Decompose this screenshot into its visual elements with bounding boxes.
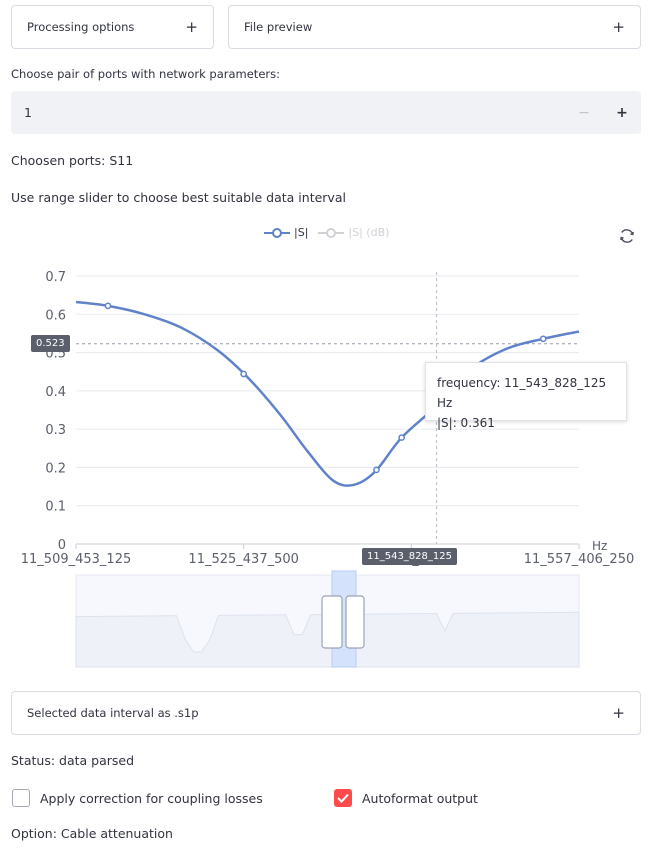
- coupling-losses-checkbox[interactable]: Apply correction for coupling losses: [12, 789, 263, 807]
- data-point-marker: [398, 434, 406, 441]
- range-slider-left-handle[interactable]: [321, 595, 343, 649]
- legend-line-marker-icon: [318, 227, 345, 238]
- port-number-input[interactable]: 1 − +: [11, 91, 641, 134]
- y-axis-ticks: 00.10.20.30.40.50.60.7: [45, 270, 66, 553]
- hover-tooltip: frequency: 11_543_828_125 Hz |S|: 0.361: [425, 362, 627, 430]
- processing-options-label: Processing options: [27, 20, 135, 34]
- chart-legend: |S| |S| (dB): [264, 226, 399, 239]
- reset-axes-icon[interactable]: [618, 227, 636, 245]
- y-tick-label: 0.6: [45, 308, 66, 323]
- y-tick-label: 0.1: [45, 500, 66, 515]
- x-tick-label: 11_525_437_500: [188, 552, 298, 567]
- tooltip-value: |S|: 0.361: [437, 416, 495, 430]
- port-number-value[interactable]: 1: [11, 105, 565, 120]
- coupling-losses-label: Apply correction for coupling losses: [40, 790, 263, 806]
- increment-button[interactable]: +: [603, 91, 641, 134]
- range-hint-text: Use range slider to choose best suitable…: [11, 190, 346, 205]
- status-text: Status: data parsed: [11, 753, 135, 768]
- legend-label-s: |S|: [294, 226, 309, 239]
- x-tick-label: 11_557_406_250: [524, 552, 634, 567]
- legend-line-marker-icon: [264, 227, 290, 238]
- chosen-ports-text: Choosen ports: S11: [11, 153, 134, 168]
- data-point-marker: [539, 335, 547, 343]
- option-text: Option: Cable attenuation: [11, 826, 173, 841]
- y-tick-label: 0.3: [45, 423, 66, 438]
- processing-options-expander[interactable]: Processing options +: [11, 5, 214, 49]
- x-hover-badge: 11_543_828_125: [362, 548, 457, 565]
- checkmark-icon: [337, 793, 349, 803]
- legend-item-s-db[interactable]: |S| (dB): [318, 226, 389, 239]
- data-point-marker: [240, 370, 248, 378]
- legend-item-s[interactable]: |S|: [264, 226, 308, 239]
- autoformat-checkbox[interactable]: Autoformat output: [334, 789, 478, 807]
- x-axis-unit: Hz: [592, 539, 607, 553]
- data-point-marker: [104, 302, 112, 310]
- selected-interval-expander[interactable]: Selected data interval as .s1p +: [11, 691, 641, 735]
- port-select-label: Choose pair of ports with network parame…: [11, 67, 280, 81]
- y-tick-label: 0.4: [45, 385, 66, 400]
- y-hover-badge: 0.523: [31, 335, 70, 352]
- file-preview-expander[interactable]: File preview +: [228, 5, 641, 49]
- expand-plus-icon: +: [612, 18, 625, 36]
- range-slider-right-handle[interactable]: [345, 595, 365, 649]
- decrement-button[interactable]: −: [565, 91, 603, 134]
- tooltip-frequency: frequency: 11_543_828_125 Hz: [437, 376, 607, 410]
- x-tick-label: 11_509_453_125: [21, 552, 131, 567]
- expand-plus-icon: +: [612, 704, 625, 722]
- autoformat-label: Autoformat output: [362, 790, 478, 806]
- y-tick-label: 0.7: [45, 270, 66, 285]
- data-point-marker: [373, 466, 380, 474]
- legend-label-s-db: |S| (dB): [348, 226, 390, 239]
- selected-interval-label: Selected data interval as .s1p: [27, 706, 199, 720]
- y-tick-label: 0: [58, 538, 66, 553]
- file-preview-label: File preview: [244, 20, 313, 34]
- checkbox-box-checked[interactable]: [334, 789, 352, 807]
- checkbox-box[interactable]: [12, 789, 30, 807]
- expand-plus-icon: +: [185, 18, 198, 36]
- y-tick-label: 0.2: [45, 461, 66, 476]
- range-slider[interactable]: [75, 570, 580, 668]
- x-axis-ticks: 11_509_453_12511_525_437_50011_511_557_4…: [21, 544, 634, 567]
- s-parameter-chart[interactable]: 00.10.20.30.40.50.60.7 11_509_453_125 11_…: [0, 250, 649, 690]
